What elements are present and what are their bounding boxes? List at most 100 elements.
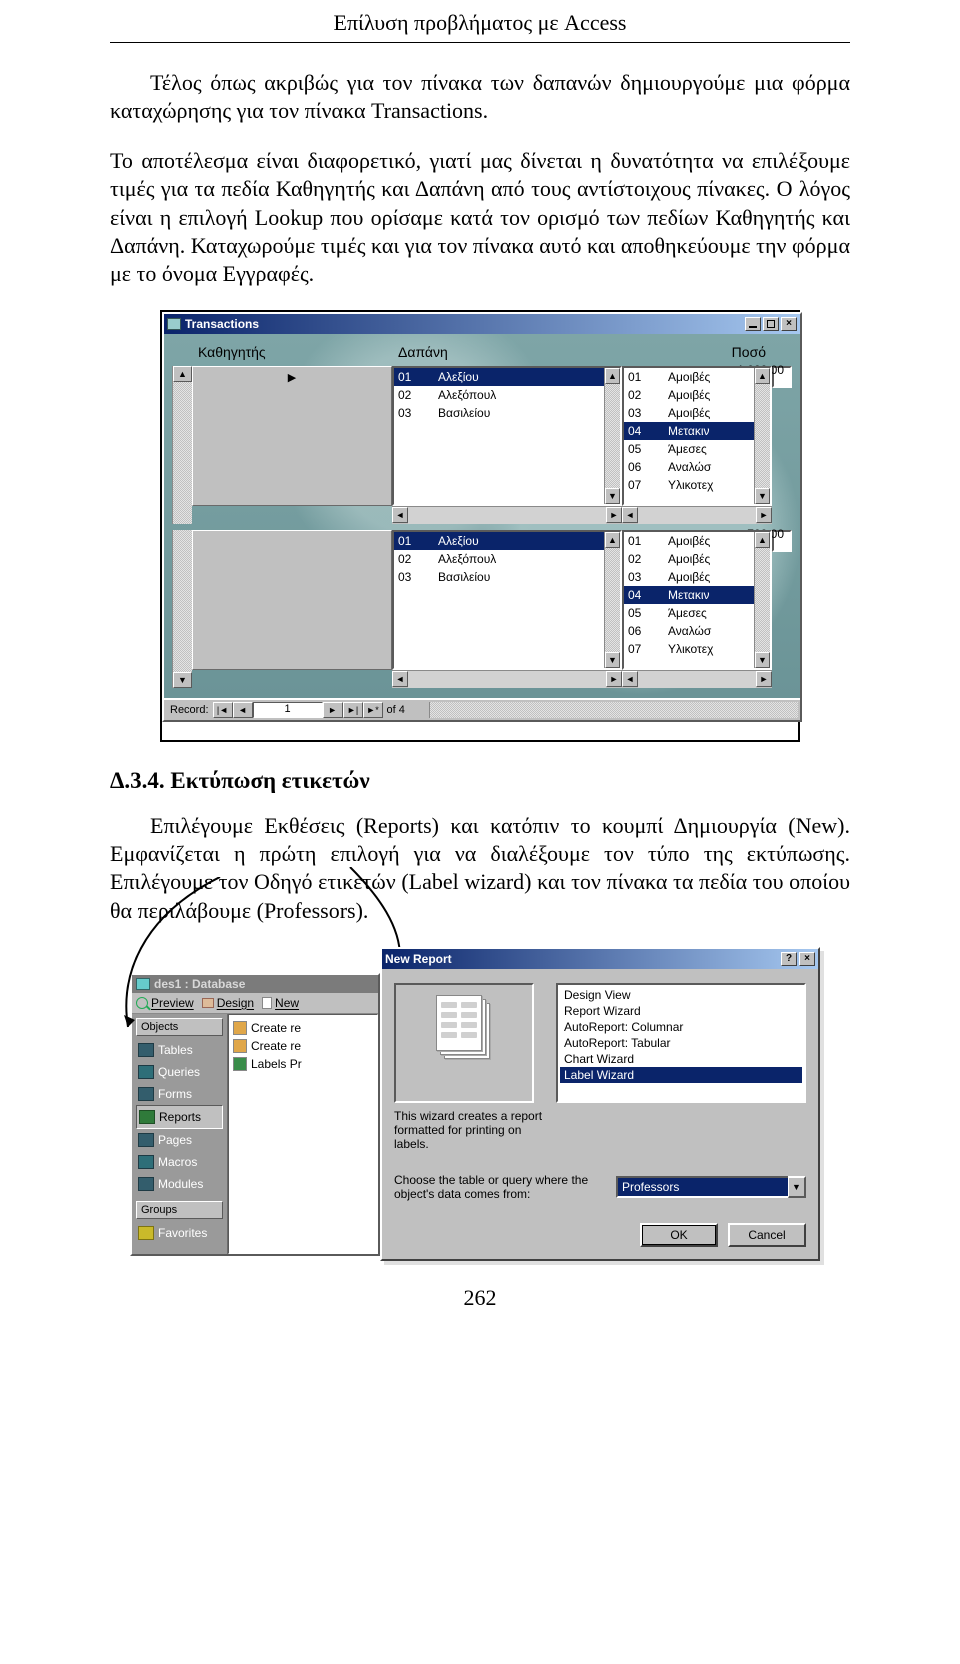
ok-button[interactable]: OK	[640, 1223, 718, 1247]
newreport-dialog: New Report ? ×	[380, 947, 820, 1261]
scroll-left-icon[interactable]: ◄	[622, 507, 638, 523]
scroll-right-icon[interactable]: ►	[606, 507, 622, 523]
record2-selector[interactable]	[192, 530, 392, 670]
nav-prev-button[interactable]: ◄	[233, 702, 253, 718]
scroll-up-icon[interactable]: ▲	[605, 532, 620, 548]
form-vscroll-lower[interactable]: ▼	[172, 530, 192, 688]
sidebar-item-modules[interactable]: Modules	[136, 1173, 223, 1195]
running-head: Επίλυση προβλήματος με Access	[110, 10, 850, 42]
database-content[interactable]: Create re Create re Labels Pr	[228, 1014, 378, 1254]
nav-first-button[interactable]: |◄	[213, 702, 233, 718]
nav-last-button[interactable]: ►|	[343, 702, 363, 718]
sidebar-item-favorites[interactable]: Favorites	[136, 1222, 223, 1244]
choose-source-label: Choose the table or query where the obje…	[394, 1173, 604, 1201]
form-vscroll[interactable]: ▲	[172, 366, 192, 524]
record1-selector[interactable]: ▶	[192, 366, 392, 506]
record-number-field[interactable]: 1	[253, 702, 323, 718]
para1-text: Τέλος όπως ακριβώς για τον πίνακα των δα…	[110, 70, 850, 123]
sidebar-item-pages[interactable]: Pages	[136, 1129, 223, 1151]
record2-amount-field[interactable]: 700,00 €	[772, 530, 792, 552]
record1-amount-field[interactable]: 1.000,00 €	[772, 366, 792, 388]
option-design-view[interactable]: Design View	[560, 987, 802, 1003]
wizard-description: This wizard creates a report formatted f…	[394, 1103, 544, 1151]
scroll-left-icon[interactable]: ◄	[392, 671, 408, 687]
groups-caption: Groups	[136, 1201, 223, 1219]
wizard-preview	[394, 983, 534, 1103]
transactions-window: Transactions × Καθηγητής Δαπάνη Ποσό ▶ 0…	[162, 312, 802, 722]
newreport-title: New Report	[385, 952, 452, 966]
record-navigator[interactable]: Record: |◄ ◄ 1 ► ►| ►* of 4	[164, 698, 800, 720]
scroll-up-icon[interactable]: ▲	[605, 368, 620, 384]
form-hscroll[interactable]	[429, 702, 798, 718]
paragraph-1: Τέλος όπως ακριβώς για τον πίνακα των δα…	[110, 69, 850, 125]
database-main: Objects Tables Queries Forms Reports Pag…	[132, 1014, 378, 1254]
close-button[interactable]: ×	[799, 952, 815, 966]
help-button[interactable]: ?	[781, 952, 797, 966]
content-create-design[interactable]: Create re	[233, 1019, 373, 1037]
scroll-left-icon[interactable]: ◄	[392, 507, 408, 523]
record1-expense-vscroll[interactable]: ▲ ▼	[754, 368, 770, 504]
scroll-up-icon[interactable]: ▲	[755, 532, 770, 548]
cancel-button[interactable]: Cancel	[728, 1223, 806, 1247]
sidebar-item-tables[interactable]: Tables	[136, 1039, 223, 1061]
wizard-icon	[233, 1039, 247, 1053]
minimize-button[interactable]	[745, 317, 761, 331]
scroll-right-icon[interactable]: ►	[606, 671, 622, 687]
option-label-wizard[interactable]: Label Wizard	[560, 1067, 802, 1083]
scroll-right-icon[interactable]: ►	[756, 507, 772, 523]
newreport-titlebar[interactable]: New Report ? ×	[382, 949, 818, 969]
record2-expense-hscroll[interactable]: ◄►	[622, 670, 772, 688]
new-button[interactable]: New	[262, 996, 299, 1010]
sidebar-item-queries[interactable]: Queries	[136, 1061, 223, 1083]
scroll-right-icon[interactable]: ►	[756, 671, 772, 687]
sidebar-item-macros[interactable]: Macros	[136, 1151, 223, 1173]
record2-expense-listbox[interactable]: 01Αμοιβές 02Αμοιβές 03Αμοιβές 04Μετακιν …	[622, 530, 772, 670]
page-number: 262	[110, 1285, 850, 1311]
record2-professor-listbox[interactable]: 01Αλεξίου 02Αλεξόπουλ 03Βασιλείου ▲ ▼	[392, 530, 622, 670]
scroll-down-icon[interactable]: ▼	[755, 488, 770, 504]
scroll-left-icon[interactable]: ◄	[622, 671, 638, 687]
record-2: 01Αλεξίου 02Αλεξόπουλ 03Βασιλείου ▲ ▼ 01…	[168, 530, 796, 694]
option-autoreport-tabular[interactable]: AutoReport: Tabular	[560, 1035, 802, 1051]
source-combobox[interactable]: Professors ▼	[616, 1176, 806, 1198]
sidebar-item-reports[interactable]: Reports	[136, 1105, 223, 1129]
nav-new-button[interactable]: ►*	[363, 702, 383, 718]
wizard-icon	[233, 1021, 247, 1035]
record1-expense-hscroll[interactable]: ◄►	[622, 506, 772, 524]
option-autoreport-columnar[interactable]: AutoReport: Columnar	[560, 1019, 802, 1035]
page-icon	[262, 997, 272, 1009]
close-button[interactable]: ×	[781, 317, 797, 331]
option-report-wizard[interactable]: Report Wizard	[560, 1003, 802, 1019]
nav-next-button[interactable]: ►	[323, 702, 343, 718]
database-sidebar: Objects Tables Queries Forms Reports Pag…	[132, 1014, 228, 1254]
scroll-up-icon[interactable]: ▲	[173, 366, 192, 382]
scroll-down-icon[interactable]: ▼	[755, 652, 770, 668]
content-create-wizard[interactable]: Create re	[233, 1037, 373, 1055]
callout-arrow-2	[100, 877, 230, 1037]
scroll-down-icon[interactable]: ▼	[605, 488, 620, 504]
record1-professor-hscroll[interactable]: ◄►	[392, 506, 622, 524]
source-combobox-value[interactable]: Professors	[616, 1176, 788, 1198]
maximize-button[interactable]	[763, 317, 779, 331]
chevron-down-icon[interactable]: ▼	[788, 1176, 806, 1198]
sidebar-item-forms[interactable]: Forms	[136, 1083, 223, 1105]
scroll-down-icon[interactable]: ▼	[605, 652, 620, 668]
transactions-screenshot: Transactions × Καθηγητής Δαπάνη Ποσό ▶ 0…	[160, 310, 800, 742]
transactions-body: Καθηγητής Δαπάνη Ποσό ▶ 01Αλεξίου 02Αλεξ…	[164, 334, 800, 698]
transactions-titlebar[interactable]: Transactions ×	[164, 314, 800, 334]
record2-professor-hscroll[interactable]: ◄►	[392, 670, 622, 688]
option-chart-wizard[interactable]: Chart Wizard	[560, 1051, 802, 1067]
scroll-up-icon[interactable]: ▲	[755, 368, 770, 384]
record1-professor-vscroll[interactable]: ▲ ▼	[604, 368, 620, 504]
report-type-listbox[interactable]: Design View Report Wizard AutoReport: Co…	[556, 983, 806, 1103]
newreport-screenshot: des1 : Database Preview Design New Objec…	[130, 947, 830, 1267]
form-icon	[167, 318, 181, 330]
record2-professor-vscroll[interactable]: ▲ ▼	[604, 532, 620, 668]
record1-expense-listbox[interactable]: 01Αμοιβές 02Αμοιβές 03Αμοιβές 04Μετακιν …	[622, 366, 772, 506]
col-professor: Καθηγητής	[192, 342, 392, 362]
scroll-down-icon[interactable]: ▼	[173, 672, 192, 688]
paragraph-2: Το αποτέλεσμα είναι διαφορετικό, γιατί μ…	[110, 147, 850, 288]
record2-expense-vscroll[interactable]: ▲ ▼	[754, 532, 770, 668]
record1-professor-listbox[interactable]: 01Αλεξίου 02Αλεξόπουλ 03Βασιλείου ▲ ▼	[392, 366, 622, 506]
content-labels-report[interactable]: Labels Pr	[233, 1055, 373, 1073]
